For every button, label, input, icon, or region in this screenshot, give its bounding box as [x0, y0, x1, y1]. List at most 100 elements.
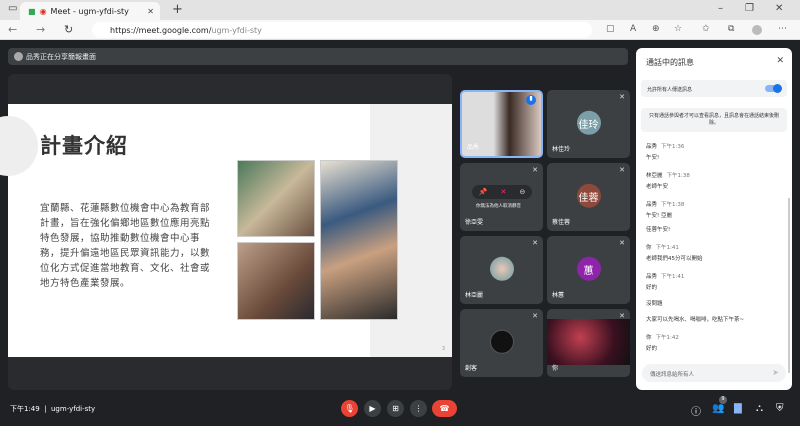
favorite-icon[interactable]: ☆ — [674, 24, 682, 34]
end-call-button[interactable]: ☎ — [432, 400, 457, 417]
recording-icon: ◉ — [39, 6, 47, 16]
more-options-button[interactable]: ⋮ — [410, 400, 427, 417]
camera-icon: ▶ — [369, 404, 376, 413]
participant-tile[interactable]: ▮ 品秀 — [460, 90, 543, 158]
message-sender: 你 — [646, 335, 652, 341]
mic-off-icon: ✕ — [619, 93, 625, 101]
browser-tab[interactable]: ■ ◉ Meet - ugm-yfdi-sty ✕ — [20, 2, 160, 20]
present-icon: ⊞ — [392, 404, 399, 413]
slide-photo — [320, 160, 398, 320]
tab-title: Meet - ugm-yfdi-sty — [50, 6, 129, 16]
minimize-icon[interactable]: – — [718, 3, 723, 14]
camera-icon[interactable]: ▢ — [606, 24, 615, 34]
url-path: ugm-yfdi-sty — [211, 25, 262, 35]
participant-name: 林佳玲 — [552, 146, 571, 153]
participant-tile[interactable]: ✕ 你 — [547, 309, 630, 377]
back-icon[interactable]: ← — [8, 23, 17, 36]
camera-toggle-button[interactable]: ▶ — [364, 400, 381, 417]
close-window-icon[interactable]: ✕ — [775, 3, 783, 14]
favorites-icon[interactable]: ✩ — [702, 24, 710, 34]
message-sender: 你 — [646, 245, 652, 251]
close-icon[interactable]: ✕ — [776, 56, 784, 66]
chat-icon[interactable]: ▇ — [734, 403, 742, 414]
participant-tile[interactable]: ✕ 創客 — [460, 309, 543, 377]
mic-off-icon: ✕ — [619, 312, 625, 320]
message: 林亞麗 下午1:38 老師午安 — [646, 171, 784, 190]
forward-icon[interactable]: → — [36, 23, 45, 36]
participants-icon[interactable]: 👥 — [712, 403, 724, 414]
url-host: https://meet.google.com/ — [110, 25, 212, 35]
reload-icon[interactable]: ↻ — [64, 23, 73, 36]
mic-toggle-button[interactable]: 🎙 — [341, 400, 358, 417]
message-time: 下午1:41 — [661, 274, 685, 280]
url-input[interactable]: https://meet.google.com/ugm-yfdi-sty — [92, 22, 592, 38]
message-text: 好的 — [646, 346, 658, 352]
chat-note: 只有通話參與者才可以查看訊息，且訊息會在通話結束後刪除。 — [641, 108, 787, 132]
new-tab-button[interactable]: + — [172, 2, 183, 17]
tile-hover-controls: 📌 ✕ ⊖ — [472, 185, 532, 199]
remove-icon[interactable]: ⊖ — [520, 188, 526, 196]
participant-tile[interactable]: ✕ 📌 ✕ ⊖ 你無法為他人取消靜音 徐亞雯 — [460, 163, 543, 231]
participant-name: 品秀 — [467, 144, 480, 151]
zoom-icon[interactable]: ⊕ — [652, 24, 660, 34]
allow-messages-row: 允許所有人傳送訊息 — [641, 80, 787, 97]
participant-video — [547, 319, 630, 365]
chat-input-placeholder: 傳送訊息給所有人 — [650, 372, 695, 378]
mic-off-icon: ✕ — [619, 166, 625, 174]
more-vert-icon: ⋮ — [414, 404, 423, 413]
message-text: 沒問題 — [646, 301, 663, 307]
close-tab-icon[interactable]: ✕ — [147, 7, 154, 16]
presenter-avatar — [14, 52, 23, 61]
slide-photo — [237, 242, 315, 320]
mic-off-icon: 🎙 — [344, 404, 355, 413]
host-controls-icon[interactable]: ⛨ — [776, 403, 784, 414]
chat-title: 通話中的訊息 — [646, 58, 694, 67]
pin-icon[interactable]: 📌 — [479, 188, 488, 196]
more-icon[interactable]: ⋯ — [778, 24, 787, 34]
participant-tile[interactable]: ✕ 佳玲 林佳玲 — [547, 90, 630, 158]
message-time: 下午1:41 — [655, 245, 679, 251]
restore-icon[interactable]: ❐ — [745, 3, 754, 14]
participants-count-badge: 9 — [719, 396, 727, 404]
participant-tile[interactable]: ✕ 佳蓉 蔡佳蓉 — [547, 163, 630, 231]
message-time: 下午1:36 — [661, 144, 685, 150]
profile-avatar[interactable] — [752, 25, 762, 35]
participant-avatar — [489, 329, 514, 354]
send-icon[interactable]: ➤ — [772, 368, 779, 377]
chat-scrollbar[interactable] — [788, 198, 790, 373]
info-icon[interactable]: ⓘ — [691, 403, 701, 418]
chat-input[interactable]: 傳送訊息給所有人 ➤ — [642, 364, 786, 382]
read-aloud-icon[interactable]: A — [630, 24, 636, 34]
participant-tile[interactable]: ✕ 林亞麗 — [460, 236, 543, 304]
message: 品秀 下午1:38 午安! 亞麗 佳蓉午安! — [646, 200, 784, 233]
unmute-icon[interactable]: ✕ — [500, 188, 506, 196]
message-sender: 品秀 — [646, 274, 658, 280]
message-text: 老師我們45分可以開始 — [646, 256, 703, 262]
message-text: 午安! 亞麗 — [646, 213, 672, 219]
activities-icon[interactable]: ⛬ — [756, 403, 763, 414]
participant-tile[interactable]: ✕ 蕙 林蕙 — [547, 236, 630, 304]
meeting-code: ugm-yfdi-sty — [51, 405, 96, 413]
tab-bar: ▭ ■ ◉ Meet - ugm-yfdi-sty ✕ + – ❐ ✕ — [0, 0, 800, 20]
slide-title: 計畫介紹 — [40, 134, 128, 158]
hang-up-icon: ☎ — [439, 404, 450, 413]
message: 品秀 下午1:36 午安! — [646, 142, 784, 161]
collections-icon[interactable]: ⧉ — [728, 24, 734, 34]
message-text: 大家可以先喝水、喝咖啡，吃點下午茶~ — [646, 317, 745, 323]
slide-photo — [237, 160, 315, 237]
mic-off-icon: ✕ — [619, 239, 625, 247]
participant-name: 你 — [552, 365, 559, 372]
tab-actions-icon[interactable]: ▭ — [8, 3, 17, 14]
present-button[interactable]: ⊞ — [387, 400, 404, 417]
mic-off-icon: ✕ — [532, 312, 538, 320]
message-sender: 品秀 — [646, 202, 658, 208]
participant-avatar: 佳玲 — [576, 110, 601, 135]
banner-text: 品秀正在分享簡報畫面 — [26, 52, 96, 61]
message-text: 老師午安 — [646, 184, 669, 190]
meeting-info: 下午1:49 | ugm-yfdi-sty — [10, 405, 96, 413]
chat-panel: 通話中的訊息 ✕ 允許所有人傳送訊息 只有通話參與者才可以查看訊息，且訊息會在通… — [636, 48, 792, 390]
tooltip: 你無法為他人取消靜音 — [476, 204, 521, 209]
allow-messages-toggle[interactable] — [765, 84, 782, 93]
mic-off-icon: ✕ — [532, 239, 538, 247]
participant-name: 蔡佳蓉 — [552, 219, 571, 226]
